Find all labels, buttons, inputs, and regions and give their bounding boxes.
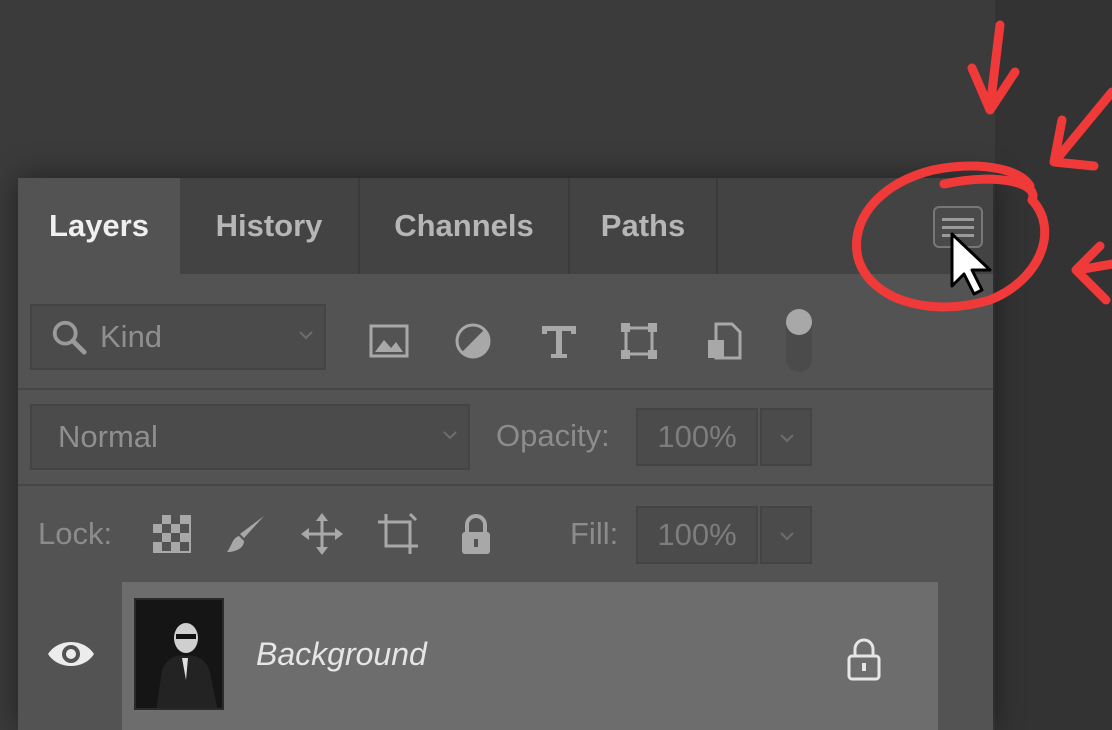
blend-mode-value: Normal: [58, 419, 158, 454]
panel-tab-bar: Layers History Channels Paths: [18, 178, 993, 274]
shape-filter-icon[interactable]: [618, 320, 660, 362]
layer-thumbnail-image: [136, 600, 222, 708]
lock-label: Lock:: [38, 516, 113, 551]
lock-image-pixels-icon[interactable]: [224, 512, 268, 556]
adjustment-filter-icon[interactable]: [452, 320, 494, 362]
tab-channels[interactable]: Channels: [360, 178, 570, 274]
opacity-label: Opacity:: [496, 418, 610, 453]
chevron-down-icon: [299, 331, 313, 340]
fill-input[interactable]: 100%: [636, 506, 758, 564]
lock-artboard-icon[interactable]: [376, 512, 420, 556]
workspace-right-area: [995, 0, 1112, 730]
opacity-dropdown[interactable]: [760, 408, 812, 466]
tab-paths[interactable]: Paths: [570, 178, 718, 274]
fill-dropdown[interactable]: [760, 506, 812, 564]
kind-filter-label: Kind: [100, 319, 163, 354]
layer-lock-icon: [847, 638, 881, 681]
opacity-input[interactable]: 100%: [636, 408, 758, 466]
layer-thumbnail[interactable]: [134, 598, 224, 710]
hamburger-icon-line: [942, 225, 974, 229]
filter-toggle-icon[interactable]: [780, 306, 818, 376]
layers-panel: Layers History Channels Paths Kind Norma…: [18, 178, 993, 730]
lock-all-icon[interactable]: [454, 512, 498, 556]
chevron-down-icon: [780, 434, 794, 443]
fill-label: Fill:: [570, 516, 619, 551]
lock-position-icon[interactable]: [300, 512, 344, 556]
kind-filter-dropdown[interactable]: Kind: [30, 304, 326, 370]
lock-row: Lock: Fill: 100%: [18, 484, 993, 582]
smart-object-filter-icon[interactable]: [704, 320, 746, 362]
layer-row-background[interactable]: [122, 582, 938, 730]
layer-name[interactable]: Background: [256, 636, 427, 673]
tab-history[interactable]: History: [180, 178, 360, 274]
eye-icon[interactable]: [46, 634, 96, 674]
chevron-down-icon: [780, 532, 794, 541]
blend-row: Normal Opacity: 100%: [18, 388, 993, 480]
image-filter-icon[interactable]: [368, 320, 410, 362]
type-filter-icon[interactable]: [538, 320, 580, 362]
chevron-down-icon: [443, 431, 457, 440]
hamburger-icon-line: [942, 217, 974, 221]
filter-row: Kind: [18, 290, 993, 380]
blend-mode-dropdown[interactable]: Normal: [30, 404, 470, 470]
tab-layers[interactable]: Layers: [18, 178, 180, 274]
mouse-cursor-icon: [950, 232, 992, 296]
lock-transparent-pixels-icon[interactable]: [150, 512, 194, 556]
search-icon: [52, 320, 87, 355]
